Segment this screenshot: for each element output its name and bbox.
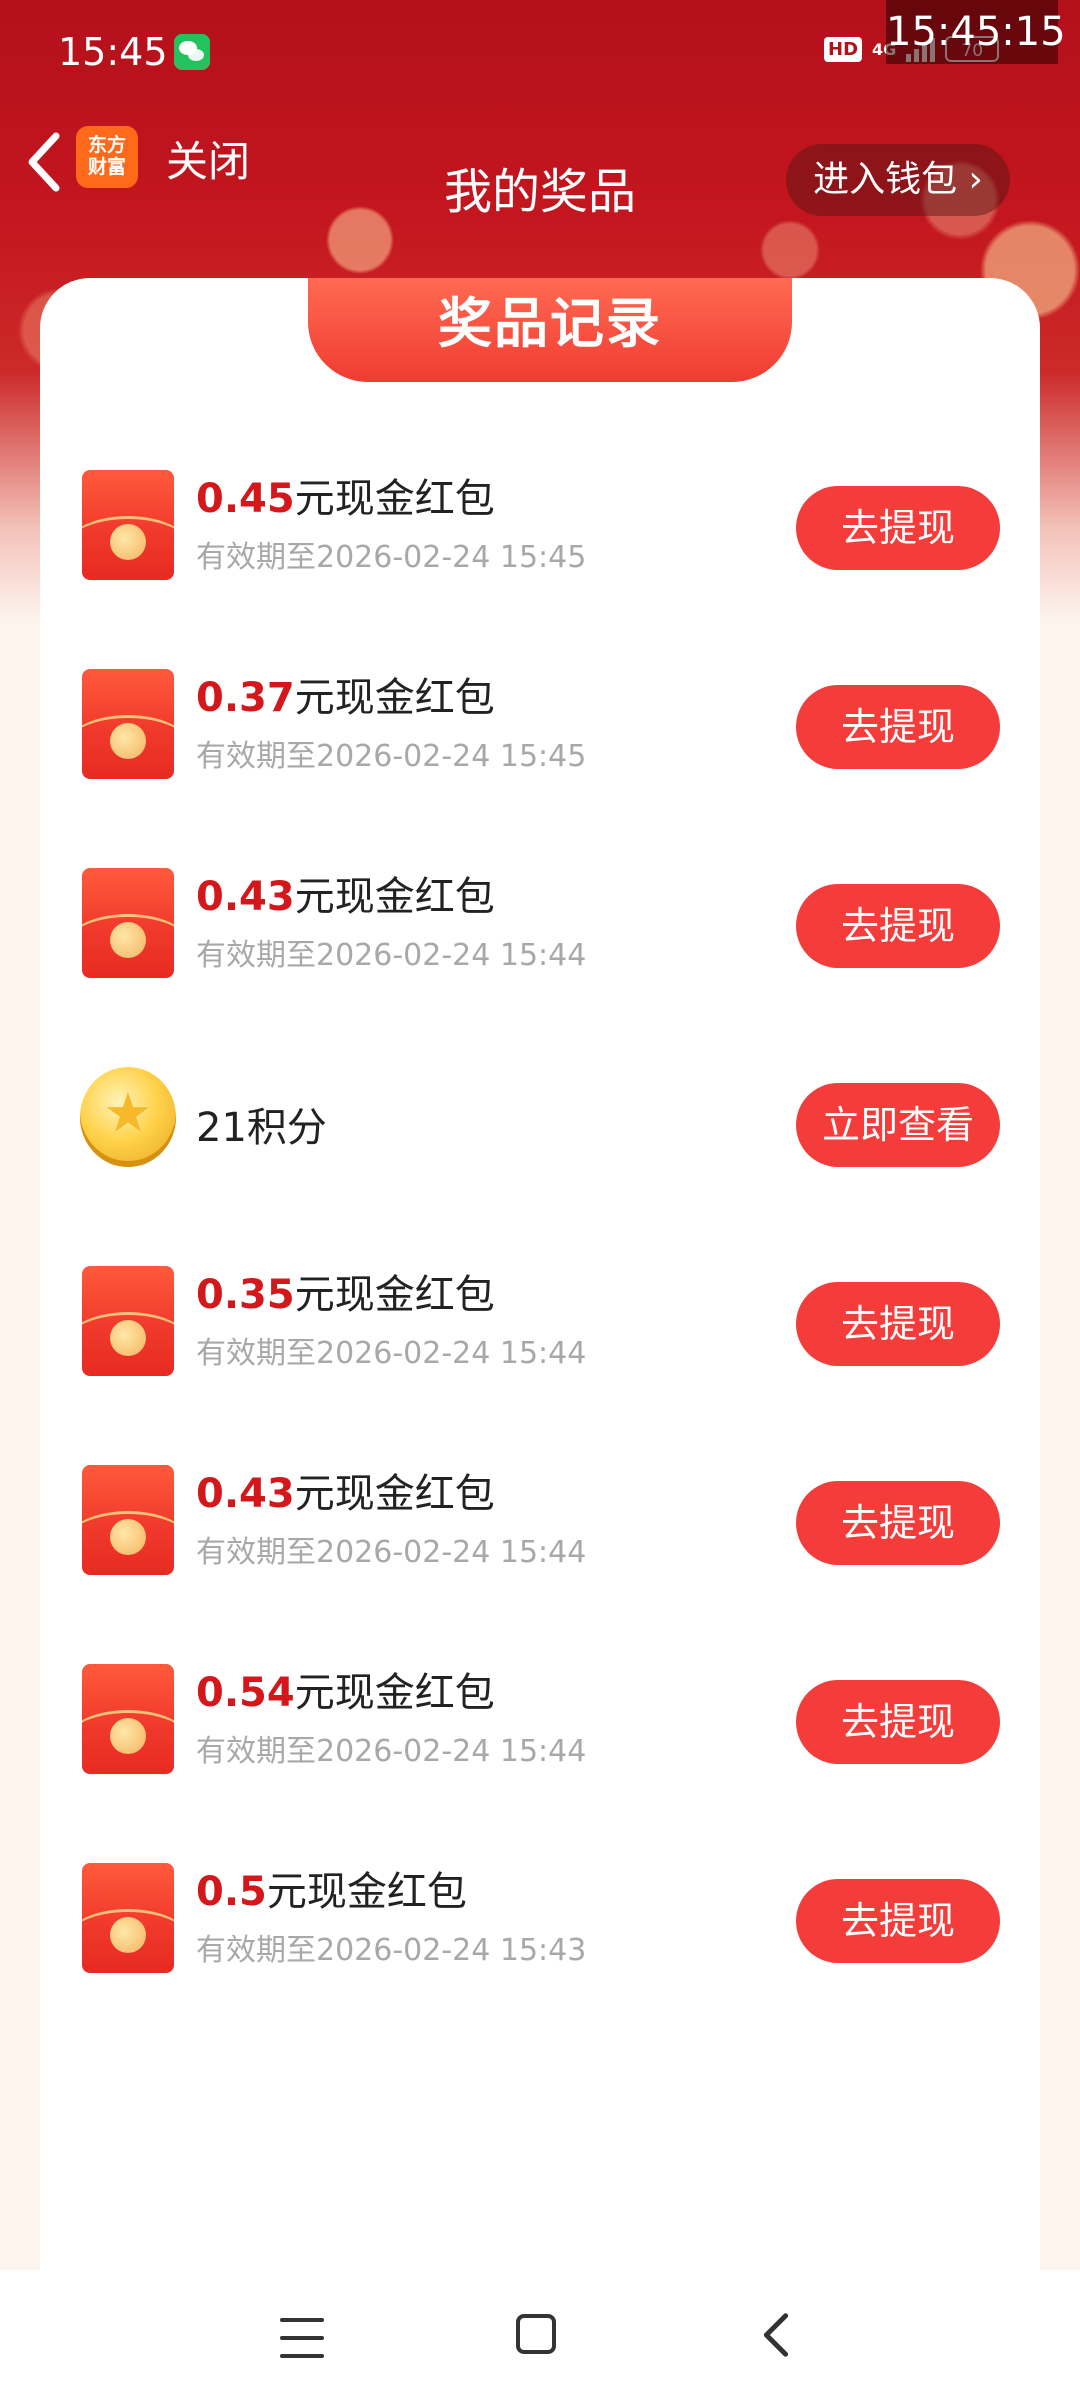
- red-envelope-icon: [82, 1664, 174, 1774]
- view-now-button[interactable]: 立即查看: [796, 1083, 1000, 1167]
- overlay-clock: 15:45:15: [886, 0, 1066, 64]
- prize-item: 0.45元现金红包有效期至2026-02-24 15:45 去提现: [40, 466, 1040, 665]
- wechat-icon: [174, 34, 210, 70]
- prize-item: 0.54元现金红包有效期至2026-02-24 15:44 去提现: [40, 1660, 1040, 1859]
- withdraw-button[interactable]: 去提现: [796, 884, 1000, 968]
- withdraw-button[interactable]: 去提现: [796, 1680, 1000, 1764]
- prize-title: 0.45元现金红包: [196, 466, 495, 524]
- withdraw-button[interactable]: 去提现: [796, 1282, 1000, 1366]
- enter-wallet-button[interactable]: 进入钱包 ›: [786, 144, 1010, 216]
- prize-amount: 0.37: [196, 675, 295, 721]
- prize-amount: 0.45: [196, 476, 295, 522]
- withdraw-button[interactable]: 去提现: [796, 1879, 1000, 1963]
- prize-title: 0.37元现金红包: [196, 665, 495, 723]
- chevron-right-icon: ›: [968, 159, 983, 200]
- gold-coin-icon: [80, 1067, 176, 1167]
- prize-title: 21积分: [196, 1095, 327, 1153]
- prize-item: 0.43元现金红包有效期至2026-02-24 15:44 去提现: [40, 1461, 1040, 1660]
- prize-records-tab: 奖品记录: [308, 278, 792, 382]
- red-envelope-icon: [82, 1266, 174, 1376]
- prize-expiry: 有效期至2026-02-24 15:43: [196, 1933, 587, 1968]
- prize-title: 0.43元现金红包: [196, 1461, 495, 1519]
- prize-amount: 0.35: [196, 1272, 295, 1318]
- prize-label: 元现金红包: [294, 1272, 495, 1318]
- home-icon[interactable]: [516, 2314, 556, 2354]
- menu-icon[interactable]: [280, 2318, 324, 2358]
- prize-item: 0.5元现金红包有效期至2026-02-24 15:43 去提现: [40, 1859, 1040, 2058]
- prize-expiry: 有效期至2026-02-24 15:44: [196, 1336, 587, 1371]
- prize-label: 元现金红包: [294, 874, 495, 920]
- prize-label: 21积分: [196, 1105, 327, 1151]
- prize-expiry: 有效期至2026-02-24 15:45: [196, 739, 587, 774]
- prize-label: 元现金红包: [294, 476, 495, 522]
- prize-amount: 0.5: [196, 1869, 267, 1915]
- prize-expiry: 有效期至2026-02-24 15:45: [196, 540, 587, 575]
- withdraw-button[interactable]: 去提现: [796, 685, 1000, 769]
- system-nav-bar: [0, 2270, 1080, 2400]
- hd-icon: HD: [824, 36, 863, 62]
- prize-title: 0.5元现金红包: [196, 1859, 467, 1917]
- prize-item: 0.43元现金红包有效期至2026-02-24 15:44 去提现: [40, 864, 1040, 1063]
- prize-item: 0.35元现金红包有效期至2026-02-24 15:44 去提现: [40, 1262, 1040, 1461]
- prize-label: 元现金红包: [294, 675, 495, 721]
- red-envelope-icon: [82, 1863, 174, 1973]
- prize-expiry: 有效期至2026-02-24 15:44: [196, 938, 587, 973]
- prize-label: 元现金红包: [266, 1869, 467, 1915]
- page-header: 东方 财富 关闭 我的奖品 进入钱包 ›: [0, 110, 1080, 260]
- prize-expiry: 有效期至2026-02-24 15:44: [196, 1734, 587, 1769]
- prize-amount: 0.43: [196, 1471, 295, 1517]
- prize-list: 0.45元现金红包 有效期至2026-02-24 15:45 去提现 0.37元现金红…: [40, 466, 1040, 2058]
- prize-item: 0.37元现金红包有效期至2026-02-24 15:45 去提现: [40, 665, 1040, 864]
- prize-label: 元现金红包: [294, 1471, 495, 1517]
- prize-expiry: 有效期至2026-02-24 15:44: [196, 1535, 587, 1570]
- prize-item: 21积分 立即查看: [40, 1063, 1040, 1262]
- prize-amount: 0.54: [196, 1670, 295, 1716]
- withdraw-button[interactable]: 去提现: [796, 1481, 1000, 1565]
- status-time: 15:45: [58, 30, 168, 74]
- prize-title: 0.54元现金红包: [196, 1660, 495, 1718]
- red-envelope-icon: [82, 868, 174, 978]
- red-envelope-icon: [82, 470, 174, 580]
- wallet-button-label: 进入钱包: [813, 159, 958, 200]
- withdraw-button[interactable]: 去提现: [796, 486, 1000, 570]
- red-envelope-icon: [82, 669, 174, 779]
- prize-label: 元现金红包: [294, 1670, 495, 1716]
- prize-title: 0.35元现金红包: [196, 1262, 495, 1320]
- status-bar: 15:45 HD 4G 70 15:45:15: [0, 0, 1080, 100]
- prize-records-card: 奖品记录 0.45元现金红包 有效期至2026-02-24 15:45 去提现 0.3…: [40, 278, 1040, 2278]
- red-envelope-icon: [82, 1465, 174, 1575]
- prize-amount: 0.43: [196, 874, 295, 920]
- prize-title: 0.43元现金红包: [196, 864, 495, 922]
- back-icon[interactable]: [756, 2310, 796, 2360]
